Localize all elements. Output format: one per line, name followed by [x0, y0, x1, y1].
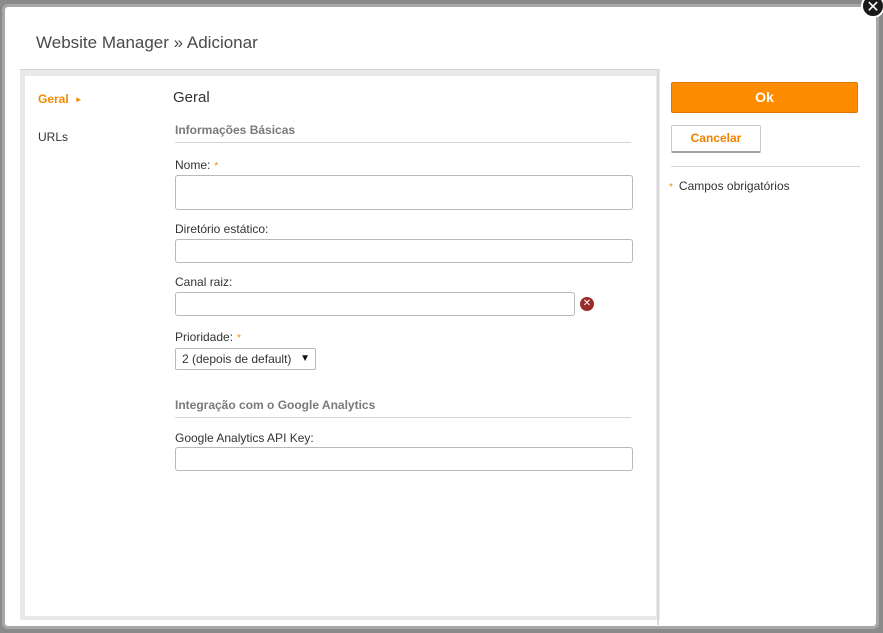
root-channel-label: Canal raiz:: [175, 275, 233, 289]
arrow-right-icon: ►: [74, 95, 83, 104]
section-title: Geral: [173, 89, 210, 106]
priority-label-text: Prioridade:: [175, 330, 234, 344]
priority-select[interactable]: 2 (depois de default) ▼: [175, 348, 316, 370]
api-key-input[interactable]: [175, 447, 633, 471]
modal-dialog: Website Manager » Adicionar Geral ► URLs …: [2, 4, 879, 629]
static-dir-label: Diretório estático:: [175, 222, 269, 236]
dialog-title: Website Manager » Adicionar: [36, 33, 258, 52]
ok-button[interactable]: Ok: [671, 82, 858, 113]
content-pane: [25, 76, 656, 616]
priority-label: Prioridade: *: [175, 330, 241, 344]
clear-icon[interactable]: ✕: [580, 297, 594, 311]
nav-item-label: Geral: [38, 92, 69, 106]
priority-select-value: 2 (depois de default): [182, 352, 292, 366]
nav-item-geral[interactable]: Geral ►: [38, 92, 83, 106]
divider: [671, 166, 860, 167]
required-asterisk-icon: *: [237, 333, 241, 344]
api-key-label: Google Analytics API Key:: [175, 431, 314, 445]
cancel-button[interactable]: Cancelar: [671, 125, 761, 153]
name-label: Nome: *: [175, 158, 218, 172]
name-input[interactable]: [175, 175, 633, 210]
caret-down-icon: ▼: [300, 353, 310, 364]
required-fields-note: * Campos obrigatórios: [669, 179, 790, 193]
required-asterisk-icon: *: [669, 182, 673, 193]
nav-item-urls[interactable]: URLs: [38, 130, 68, 144]
static-dir-input[interactable]: [175, 239, 633, 263]
root-channel-input[interactable]: [175, 292, 575, 316]
required-fields-text: Campos obrigatórios: [678, 179, 790, 193]
name-label-text: Nome:: [175, 158, 211, 172]
analytics-heading: Integração com o Google Analytics: [175, 398, 631, 418]
required-asterisk-icon: *: [214, 161, 219, 172]
sidebar-divider: [657, 69, 659, 625]
nav-item-label: URLs: [38, 130, 69, 144]
basic-info-heading: Informações Básicas: [175, 123, 631, 143]
